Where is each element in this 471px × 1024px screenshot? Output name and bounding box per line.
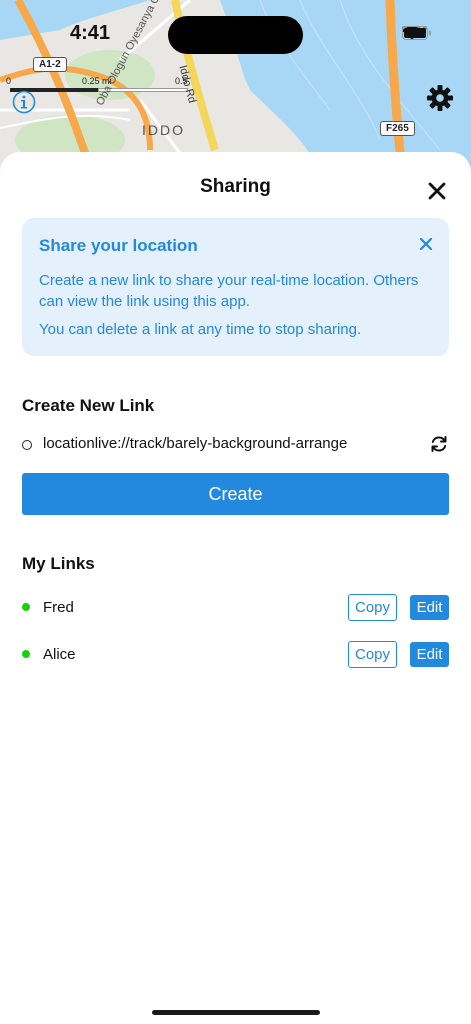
status-indicators (402, 26, 431, 40)
road-badge-a1-2: A1-2 (33, 57, 67, 72)
sharing-sheet: Sharing Share your location Create a new… (0, 152, 471, 1024)
battery-icon (402, 26, 431, 40)
dynamic-island (168, 16, 303, 54)
my-links-heading: My Links (22, 554, 95, 573)
road-badge-f265: F265 (380, 121, 415, 136)
status-time: 4:41 (70, 22, 111, 44)
banner-paragraph-2: You can delete a link at any time to sto… (39, 321, 362, 338)
active-status-icon (22, 650, 30, 658)
info-banner: Share your location Create a new link to… (22, 218, 449, 356)
new-link-url: locationlive://track/barely-background-a… (43, 435, 348, 452)
copy-button-alice[interactable]: Copy (348, 641, 397, 668)
create-button[interactable]: Create (22, 473, 449, 515)
refresh-icon[interactable] (429, 434, 449, 454)
new-link-row: locationlive://track/barely-background-a… (22, 434, 449, 456)
my-link-item-fred: Fred Copy Edit (22, 594, 449, 621)
my-link-item-alice: Alice Copy Edit (22, 641, 449, 668)
edit-button-fred[interactable]: Edit (410, 595, 449, 620)
my-link-name: Alice (43, 646, 76, 663)
create-new-link-heading: Create New Link (22, 396, 155, 415)
scale-label-start: 0 (6, 76, 12, 86)
my-link-name: Fred (43, 599, 74, 616)
edit-button-alice[interactable]: Edit (410, 642, 449, 667)
map-district-label: IDDO (142, 122, 185, 138)
radio-dot-icon (22, 440, 32, 450)
close-icon[interactable] (426, 180, 448, 202)
home-indicator[interactable] (152, 1010, 320, 1015)
banner-title: Share your location (39, 236, 198, 255)
banner-paragraph-1: Create a new link to share your real-tim… (39, 272, 419, 310)
copy-button-fred[interactable]: Copy (348, 594, 397, 621)
active-status-icon (22, 603, 30, 611)
banner-close-icon[interactable] (418, 236, 434, 252)
sheet-title: Sharing (200, 176, 271, 197)
